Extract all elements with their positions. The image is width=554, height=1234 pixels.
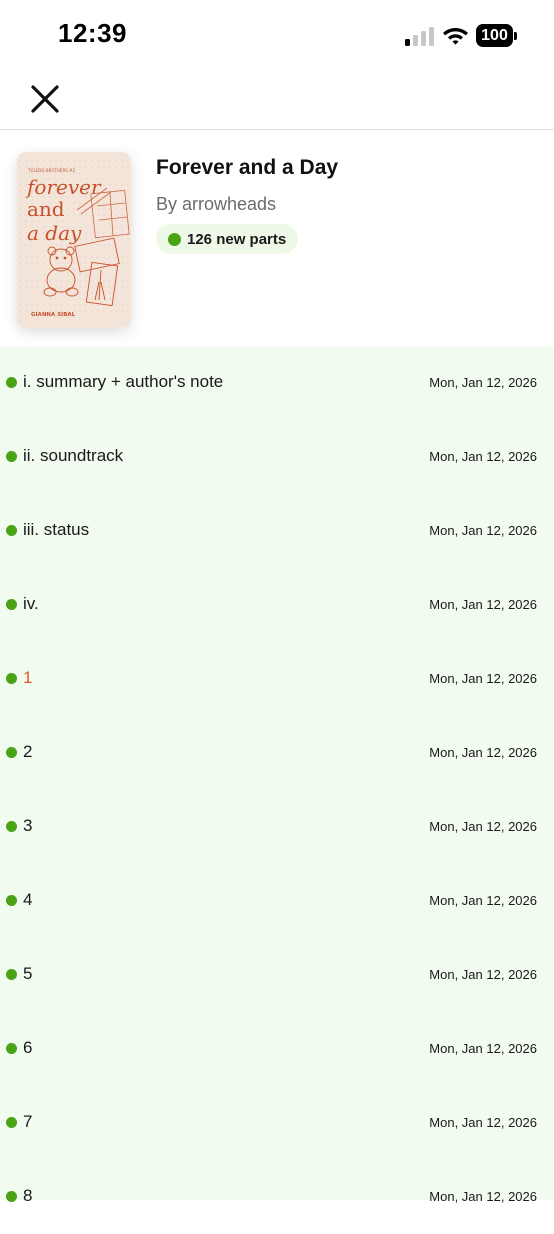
cover-title-line1: forever xyxy=(25,175,102,199)
part-row[interactable]: 6 Mon, Jan 12, 2026 xyxy=(0,1012,554,1086)
story-cover[interactable]: TOLEDO BROTHERS #2 forever and a day GIA… xyxy=(17,152,131,328)
cover-author-name: GIANNA SIBAL xyxy=(31,312,76,318)
part-row-current[interactable]: 1 Mon, Jan 12, 2026 xyxy=(0,642,554,716)
cover-series-label: TOLEDO BROTHERS #2 xyxy=(27,168,75,173)
part-title: 2 xyxy=(23,742,33,761)
part-row[interactable]: 7 Mon, Jan 12, 2026 xyxy=(0,1086,554,1160)
story-header: TOLEDO BROTHERS #2 forever and a day GIA… xyxy=(0,130,554,346)
part-date: Mon, Jan 12, 2026 xyxy=(429,1189,537,1204)
new-indicator-dot xyxy=(6,451,17,462)
new-parts-label: 126 new parts xyxy=(187,230,287,248)
part-title: 4 xyxy=(23,890,33,909)
part-title: iii. status xyxy=(23,520,90,539)
part-title: i. summary + author's note xyxy=(23,372,224,391)
battery-icon: 100 xyxy=(476,24,518,48)
part-title: 8 xyxy=(23,1186,33,1205)
new-indicator-dot xyxy=(6,599,17,610)
new-indicator-dot xyxy=(6,895,17,906)
cover-title-line3: a day xyxy=(27,221,82,245)
new-indicator-dot xyxy=(6,1191,17,1202)
part-date: Mon, Jan 12, 2026 xyxy=(429,893,537,908)
parts-list: i. summary + author's note Mon, Jan 12, … xyxy=(0,346,554,1205)
part-date: Mon, Jan 12, 2026 xyxy=(429,1041,537,1056)
status-bar: 12:39 100 xyxy=(0,0,554,70)
new-indicator-dot xyxy=(6,821,17,832)
cellular-signal-icon xyxy=(405,27,434,46)
new-indicator-dot xyxy=(6,525,17,536)
part-title: ii. soundtrack xyxy=(23,446,124,465)
new-indicator-dot xyxy=(6,673,17,684)
close-icon[interactable] xyxy=(26,80,64,118)
part-date: Mon, Jan 12, 2026 xyxy=(429,523,537,538)
part-date: Mon, Jan 12, 2026 xyxy=(429,967,537,982)
part-title-current: 1 xyxy=(23,668,33,687)
part-title: 5 xyxy=(23,964,33,983)
story-title: Forever and a Day xyxy=(156,156,339,179)
part-row[interactable]: 3 Mon, Jan 12, 2026 xyxy=(0,790,554,864)
part-date: Mon, Jan 12, 2026 xyxy=(429,819,537,834)
new-indicator-dot xyxy=(6,969,17,980)
part-date: Mon, Jan 12, 2026 xyxy=(429,449,537,464)
part-row[interactable]: 2 Mon, Jan 12, 2026 xyxy=(0,716,554,790)
new-indicator-dot xyxy=(6,1043,17,1054)
part-title: 3 xyxy=(23,816,33,835)
wifi-icon xyxy=(443,28,468,45)
new-indicator-dot xyxy=(6,1117,17,1128)
status-time: 12:39 xyxy=(58,18,127,48)
new-indicator-dot xyxy=(6,747,17,758)
part-row[interactable]: ii. soundtrack Mon, Jan 12, 2026 xyxy=(0,420,554,494)
part-row[interactable]: iii. status Mon, Jan 12, 2026 xyxy=(0,494,554,568)
part-title: 6 xyxy=(23,1038,33,1057)
part-date: Mon, Jan 12, 2026 xyxy=(429,597,537,612)
cover-art: TOLEDO BROTHERS #2 forever and a day GIA… xyxy=(17,152,131,328)
part-date: Mon, Jan 12, 2026 xyxy=(429,1115,537,1130)
part-row[interactable]: 5 Mon, Jan 12, 2026 xyxy=(0,938,554,1012)
part-date: Mon, Jan 12, 2026 xyxy=(429,745,537,760)
new-indicator-dot xyxy=(168,232,181,246)
part-title: 7 xyxy=(23,1112,33,1131)
part-row[interactable]: i. summary + author's note Mon, Jan 12, … xyxy=(0,346,554,420)
part-row[interactable]: iv. Mon, Jan 12, 2026 xyxy=(0,568,554,642)
part-title: iv. xyxy=(23,594,39,613)
battery-level: 100 xyxy=(481,27,508,44)
new-indicator-dot xyxy=(6,377,17,388)
part-date: Mon, Jan 12, 2026 xyxy=(429,375,537,390)
top-nav xyxy=(0,70,554,130)
cover-title-line2: and xyxy=(27,197,65,221)
new-parts-badge: 126 new parts xyxy=(156,224,299,254)
part-row[interactable]: 4 Mon, Jan 12, 2026 xyxy=(0,864,554,938)
part-row[interactable]: 8 Mon, Jan 12, 2026 xyxy=(0,1160,554,1234)
part-date: Mon, Jan 12, 2026 xyxy=(429,671,537,686)
story-author[interactable]: By arrowheads xyxy=(156,194,276,215)
